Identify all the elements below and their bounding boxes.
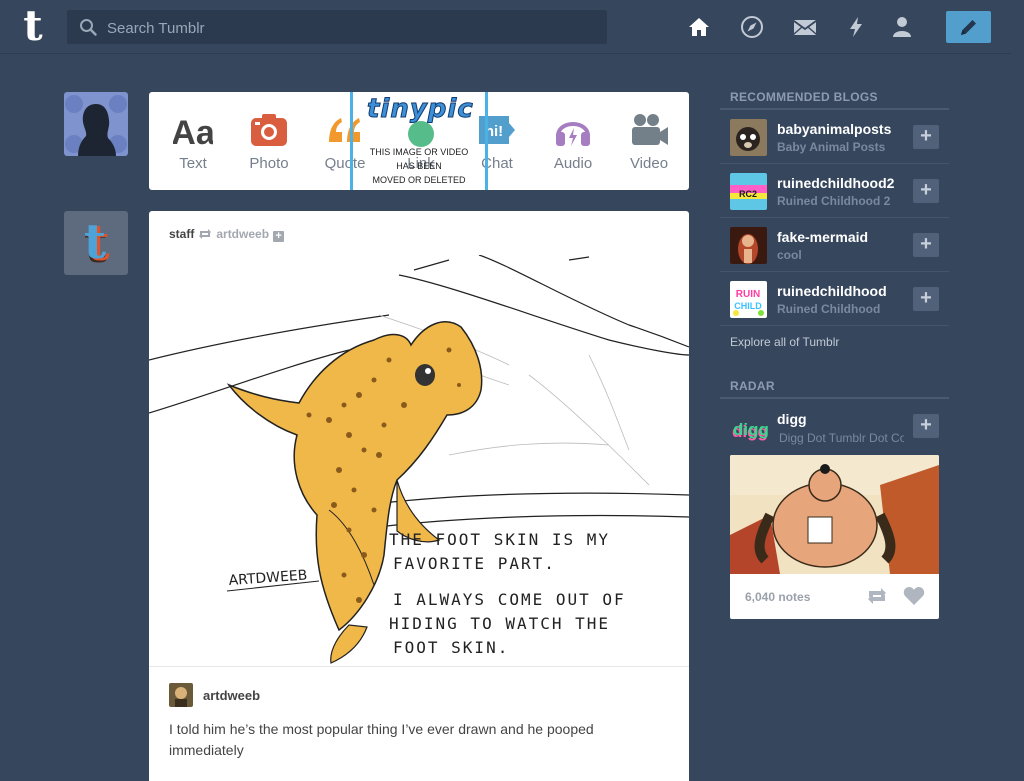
heart-like-icon[interactable] [903,586,925,606]
recommended-blog-item[interactable]: fake-mermaid cool + [720,218,949,272]
svg-text:CHILD: CHILD [734,301,762,311]
blog-description: cool [777,248,802,262]
post-type-audio[interactable]: Audio [535,92,611,190]
svg-text:t: t [84,214,106,270]
caption-username[interactable]: artdweeb [203,688,260,703]
tumblr-logo[interactable]: t [16,5,50,47]
handwriting-line: HIDING TO WATCH THE [389,614,610,633]
text-aa-icon: Aa [173,114,213,150]
post-divider [149,666,689,667]
headphones-icon [556,122,590,146]
blog-avatar: RC2 [730,173,767,210]
broken-image-overlay: tinypic THIS IMAGE OR VIDEO HAS BEEN MOV… [350,92,488,190]
follow-button[interactable]: + [913,233,939,257]
svg-text:RC2: RC2 [739,189,757,199]
blog-avatar [730,227,767,264]
follow-plus-button[interactable]: + [273,231,285,242]
handwriting-line: FAVORITE PART. [393,554,556,573]
radar-blog-item[interactable]: digg digg digg Digg Dot Tumblr Dot Com + [720,402,949,452]
search-input[interactable] [105,10,599,46]
blog-avatar: RUIN CHILD [730,281,767,318]
reblog-icon [199,229,212,239]
gecko-artwork-image[interactable]: ARTDWEEB THE FOOT SKIN IS MY FAVORITE PA… [149,255,689,665]
sidebar-divider [720,397,949,399]
notes-count[interactable]: 6,040 notes [745,590,810,604]
blog-name: digg [777,411,807,427]
activity-lightning-icon[interactable] [842,13,870,41]
reblogged-from[interactable]: artdweeb [216,227,269,241]
camera-icon [251,114,287,146]
staff-avatar[interactable]: t t t [64,211,128,275]
staff-tumblr-logo-avatar: t t t [64,211,128,275]
search-icon [80,19,97,36]
post-type-text[interactable]: Aa Text [155,92,231,190]
search-bar[interactable] [67,10,607,46]
blog-description: Ruined Childhood 2 [777,194,891,208]
blog-description: Ruined Childhood [777,302,881,316]
blog-name: babyanimalposts [777,121,892,137]
home-icon[interactable] [685,13,713,41]
post-type-label: Text [179,155,207,172]
post-header: staff artdweeb + [169,227,285,242]
blog-description: Digg Dot Tumblr Dot Com [779,431,904,445]
follow-button[interactable]: + [913,125,939,149]
pencil-icon [961,20,976,35]
account-person-icon[interactable] [888,13,916,41]
handwriting-line: THE FOOT SKIN IS MY [389,530,610,549]
blog-avatar [730,119,767,156]
post-author[interactable]: staff [169,227,194,241]
caption-text: I told him he’s the most popular thing I… [169,721,594,758]
artdweeb-avatar[interactable] [169,683,193,707]
radar-heading: Radar [730,379,775,393]
post-type-label: Video [629,155,669,172]
svg-text:Aa: Aa [173,114,213,150]
recommended-blogs-heading: Recommended Blogs [730,90,878,104]
radar-cartoon-image[interactable] [730,455,939,574]
svg-text:digg: digg [733,420,769,439]
recommended-blog-item[interactable]: RUIN CHILD ruinedchildhood Ruined Childho… [720,272,949,326]
handwriting-line: I ALWAYS COME OUT OF [393,590,626,609]
blog-description: Baby Animal Posts [777,140,886,154]
image-removed-message: THIS IMAGE OR VIDEO HAS BEEN MOVED OR DE… [369,147,469,185]
radar-post-card: 6,040 notes [730,455,939,619]
user-avatar[interactable] [64,92,128,156]
follow-button[interactable]: + [913,414,939,438]
video-camera-icon [632,114,668,145]
recommended-blog-item[interactable]: babyanimalposts Baby Animal Posts + [720,110,949,164]
svg-text:RUIN: RUIN [736,289,760,300]
top-navigation-bar: t [0,0,1011,54]
inbox-mail-icon[interactable] [791,13,819,41]
dashboard-post: staff artdweeb + ARTDWEEB THE FOOT SKIN … [149,211,689,781]
recommended-blog-item[interactable]: RC2 ruinedchildhood2 Ruined Childhood 2 … [720,164,949,218]
compose-post-button[interactable] [946,11,991,43]
explore-all-link[interactable]: Explore all of Tumblr [730,335,839,349]
post-type-label: Audio [553,155,593,172]
blog-name: fake-mermaid [777,229,869,245]
explore-compass-icon[interactable] [738,13,766,41]
handwriting-line: FOOT SKIN. [393,638,509,657]
reblog-icon[interactable] [866,587,888,605]
follow-button[interactable]: + [913,287,939,311]
tinypic-logo: tinypic [367,94,474,125]
blog-name: ruinedchildhood [777,283,887,299]
default-avatar-silhouette-icon [64,92,128,156]
post-type-photo[interactable]: Photo [231,92,307,190]
post-type-video[interactable]: Video [611,92,687,190]
follow-button[interactable]: + [913,179,939,203]
digg-avatar: digg digg [732,420,769,441]
post-type-label: Photo [249,155,289,172]
blog-name: ruinedchildhood2 [777,175,895,191]
